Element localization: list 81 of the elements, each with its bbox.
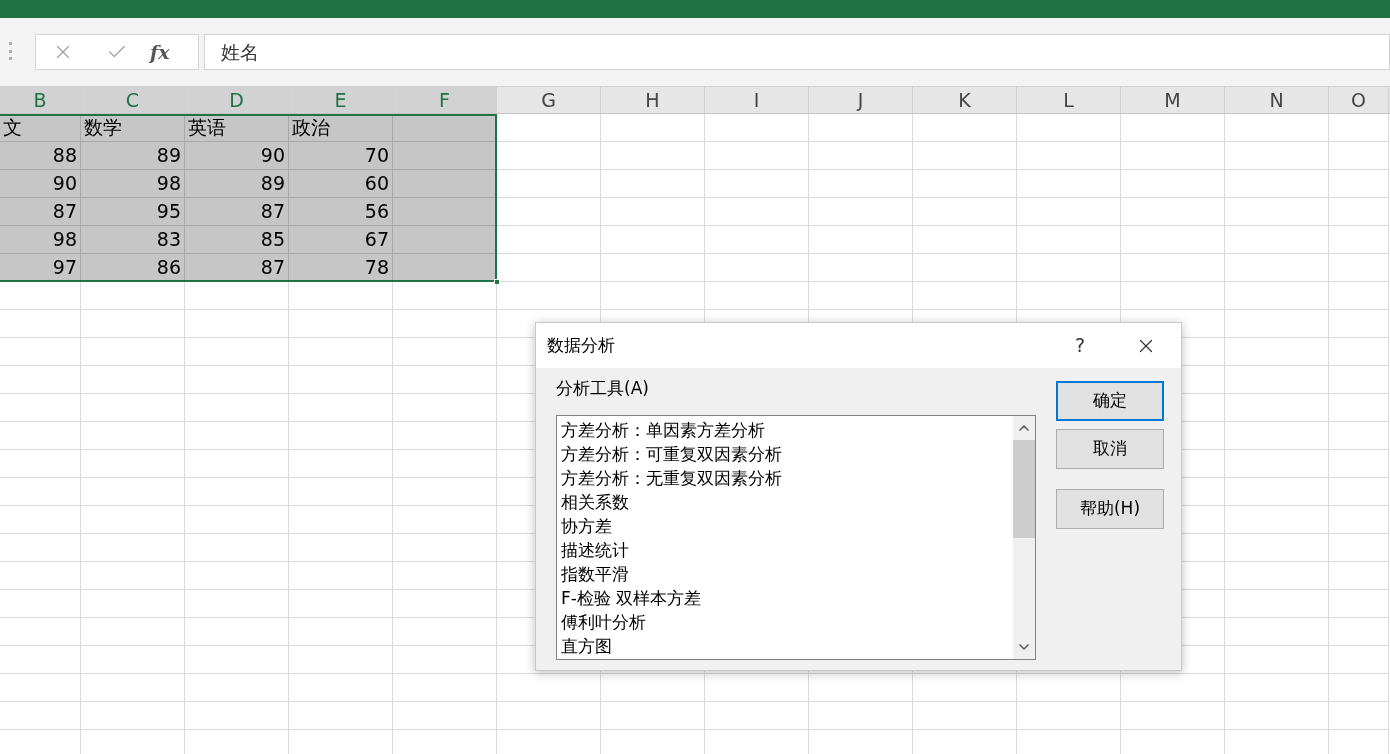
table-cell — [1329, 422, 1389, 450]
column-header[interactable]: D — [185, 87, 289, 113]
table-cell — [1329, 226, 1389, 254]
table-cell: 95 — [81, 198, 185, 226]
table-cell — [1329, 646, 1389, 674]
table-cell: 85 — [185, 226, 289, 254]
formula-input[interactable]: 姓名 — [204, 34, 1390, 70]
column-header[interactable]: O — [1329, 87, 1389, 113]
column-header[interactable]: J — [809, 87, 913, 113]
table-cell: 政治 — [289, 114, 393, 142]
table-cell: 数学 — [81, 114, 185, 142]
list-item[interactable]: 方差分析：可重复双因素分析 — [561, 442, 782, 466]
dialog-title: 数据分析 — [547, 333, 616, 357]
table-cell — [1329, 366, 1389, 394]
table-cell: 98 — [0, 226, 81, 254]
list-item[interactable]: 傅利叶分析 — [561, 610, 646, 634]
list-item[interactable]: 方差分析：无重复双因素分析 — [561, 466, 782, 490]
list-label: 分析工具(A) — [556, 377, 650, 400]
table-cell — [1329, 450, 1389, 478]
table-cell: 97 — [0, 254, 81, 282]
dialog-button[interactable]: 确定 — [1056, 381, 1164, 421]
table-cell: 90 — [185, 142, 289, 170]
table-cell: 文 — [0, 114, 81, 142]
column-header[interactable]: C — [81, 87, 185, 113]
table-cell: 98 — [81, 170, 185, 198]
table-cell: 67 — [289, 226, 393, 254]
insert-function-button[interactable]: fx — [150, 37, 170, 67]
column-header[interactable]: F — [393, 87, 497, 113]
table-cell: 83 — [81, 226, 185, 254]
help-button[interactable]: ? — [1074, 331, 1085, 360]
table-cell: 87 — [0, 198, 81, 226]
table-cell — [1329, 674, 1389, 702]
table-cell: 88 — [0, 142, 81, 170]
table-cell — [1329, 254, 1389, 282]
dialog-button[interactable]: 帮助(H) — [1056, 489, 1164, 529]
column-header[interactable]: G — [497, 87, 601, 113]
list-item[interactable]: 描述统计 — [561, 538, 629, 562]
table-cell: 70 — [289, 142, 393, 170]
table-cell — [1329, 618, 1389, 646]
tool-list[interactable]: 方差分析：单因素方差分析 方差分析：可重复双因素分析 方差分析：无重复双因素分析 相关系数 协方差 描述统计 指数平滑 F-检验 双样本方差 傅利叶分析 直方图 — [556, 415, 1036, 660]
list-item[interactable]: 指数平滑 — [561, 562, 629, 586]
table-cell — [1329, 282, 1389, 310]
drag-handle-icon — [9, 42, 12, 60]
table-cell: 英语 — [185, 114, 289, 142]
table-cell: 86 — [81, 254, 185, 282]
list-item[interactable]: 协方差 — [561, 514, 612, 538]
table-cell — [1329, 142, 1389, 170]
table-cell: 89 — [185, 170, 289, 198]
scrollbar[interactable] — [1013, 416, 1035, 659]
table-cell — [1329, 506, 1389, 534]
column-header[interactable]: E — [289, 87, 393, 113]
table-cell — [1329, 702, 1389, 730]
column-header[interactable]: B — [0, 87, 81, 113]
table-cell — [1329, 338, 1389, 366]
column-header[interactable]: N — [1225, 87, 1329, 113]
table-cell: 60 — [289, 170, 393, 198]
table-cell — [1329, 562, 1389, 590]
table-cell — [1329, 534, 1389, 562]
table-cell: 90 — [0, 170, 81, 198]
table-cell — [1329, 170, 1389, 198]
column-header[interactable]: K — [913, 87, 1017, 113]
column-header[interactable]: I — [705, 87, 809, 113]
dialog-button[interactable]: 取消 — [1056, 429, 1164, 469]
table-cell: 87 — [185, 198, 289, 226]
table-cell: 56 — [289, 198, 393, 226]
table-cell — [1329, 590, 1389, 618]
table-cell — [1329, 394, 1389, 422]
list-item[interactable]: 相关系数 — [561, 490, 629, 514]
list-item[interactable]: F-检验 双样本方差 — [561, 586, 702, 610]
column-header[interactable]: H — [601, 87, 705, 113]
list-item[interactable]: 方差分析：单因素方差分析 — [561, 418, 765, 442]
table-cell — [1329, 310, 1389, 338]
column-header[interactable]: M — [1121, 87, 1225, 113]
table-cell: 87 — [185, 254, 289, 282]
list-item[interactable]: 直方图 — [561, 634, 612, 658]
column-header[interactable]: L — [1017, 87, 1121, 113]
table-cell: 78 — [289, 254, 393, 282]
fill-handle[interactable] — [494, 279, 500, 285]
table-cell — [1329, 198, 1389, 226]
table-cell — [1329, 478, 1389, 506]
table-cell: 89 — [81, 142, 185, 170]
